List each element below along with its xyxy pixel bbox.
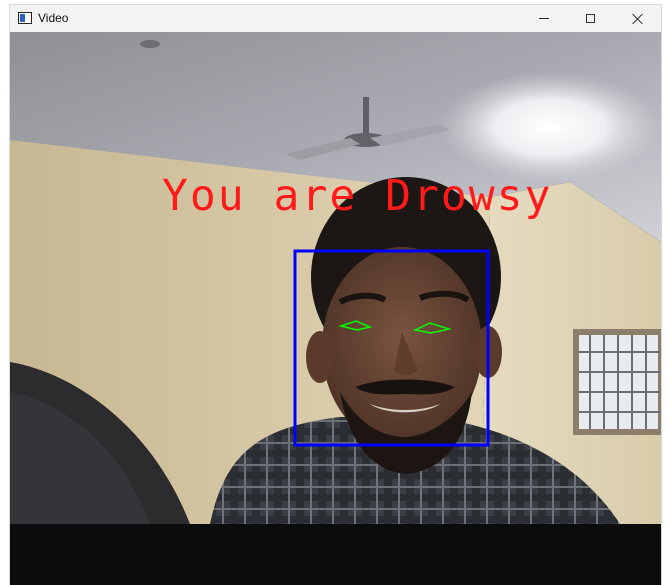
window-title: Video (38, 11, 69, 25)
minimize-icon (539, 18, 549, 19)
webcam-frame (10, 32, 661, 524)
maximize-icon (585, 14, 595, 23)
app-window-icon (18, 12, 32, 24)
video-window: Video You are Drowsy (10, 5, 661, 585)
close-icon (632, 13, 644, 25)
drowsiness-alert-text: You are Drowsy (162, 171, 553, 221)
minimize-button[interactable] (521, 5, 567, 32)
title-bar[interactable]: Video (10, 5, 661, 32)
close-button[interactable] (615, 5, 661, 32)
maximize-button[interactable] (567, 5, 613, 32)
video-frame (10, 32, 661, 524)
video-bottom-bar (10, 524, 661, 585)
